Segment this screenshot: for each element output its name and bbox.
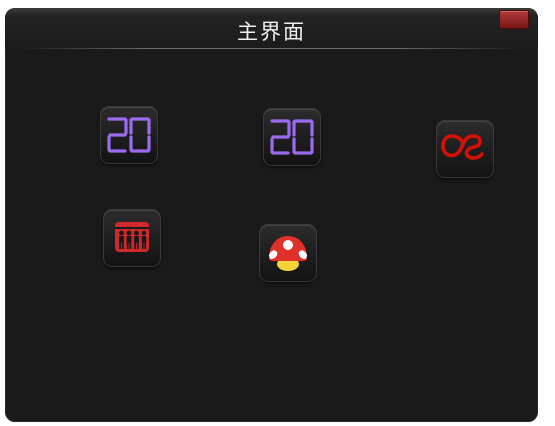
title-bar: 主界面 (5, 8, 538, 50)
app-icon-mushroom[interactable] (260, 225, 316, 281)
close-button[interactable] (499, 10, 529, 29)
digital-clock-20-icon: 20 (107, 117, 151, 160)
window-title: 主界面 (237, 20, 306, 44)
main-window: 主界面 20 20 (5, 8, 538, 422)
title-divider (21, 48, 521, 49)
mushroom-icon (269, 236, 307, 271)
lastfm-icon (441, 134, 484, 160)
app-icon-digital-clock-1[interactable]: 20 (101, 107, 157, 163)
people-group-icon (115, 222, 149, 252)
svg-text:20: 20 (129, 158, 131, 160)
app-icon-lastfm[interactable] (437, 121, 493, 177)
app-icon-people-group[interactable] (104, 210, 160, 266)
svg-text:20: 20 (292, 160, 294, 162)
digital-clock-20-icon: 20 (270, 119, 314, 162)
app-icon-digital-clock-2[interactable]: 20 (264, 109, 320, 165)
